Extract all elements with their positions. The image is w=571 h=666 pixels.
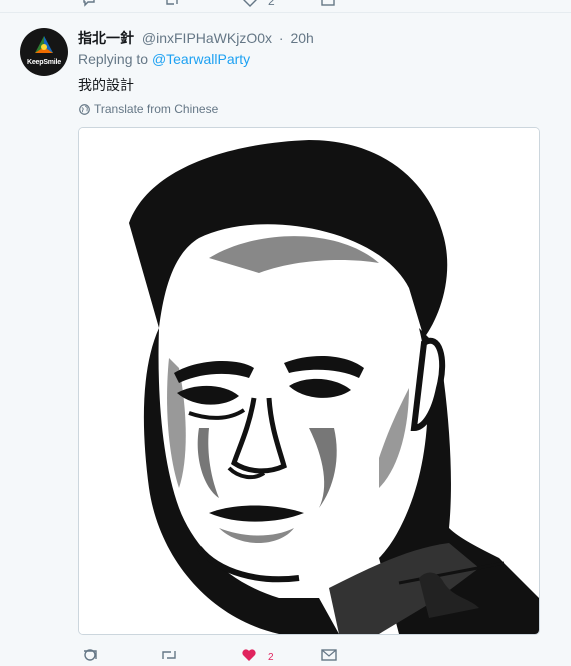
display-name[interactable]: 指北一針 (78, 30, 134, 46)
logo-icon (35, 36, 53, 53)
replying-to: Replying to @TearwallParty (78, 51, 250, 67)
separator: · (278, 30, 284, 46)
tweet-text: 我的設計 (78, 77, 134, 93)
message-icon[interactable] (320, 0, 336, 9)
previous-tweet-action-bar: 2 (0, 0, 571, 13)
reply-icon[interactable] (82, 0, 96, 9)
tweet-header: 指北一針 @inxFIPHaWKjzO0x · 20h (78, 28, 314, 48)
message-icon[interactable] (320, 648, 338, 666)
retweet-icon[interactable] (160, 648, 178, 666)
like-icon[interactable] (242, 0, 258, 9)
reply-icon[interactable] (82, 648, 98, 666)
translate-button[interactable]: Translate from Chinese (79, 102, 218, 116)
translate-label: Translate from Chinese (94, 102, 219, 116)
retweet-icon[interactable] (164, 0, 180, 9)
timestamp[interactable]: 20h (290, 30, 313, 46)
portrait-image (79, 128, 539, 634)
like-icon[interactable] (241, 648, 257, 666)
handle[interactable]: @inxFIPHaWKjzO0x (142, 30, 272, 46)
globe-icon (79, 103, 90, 115)
tweet-action-bar: 2 (78, 640, 538, 663)
reply-mention-link[interactable]: @TearwallParty (152, 51, 250, 67)
reply-prefix: Replying to (78, 51, 149, 67)
like-count: 2 (268, 0, 275, 8)
avatar[interactable]: KeepSmile (20, 28, 68, 76)
tweet-media[interactable] (78, 127, 540, 635)
avatar-logo-text: KeepSmile (27, 59, 61, 66)
